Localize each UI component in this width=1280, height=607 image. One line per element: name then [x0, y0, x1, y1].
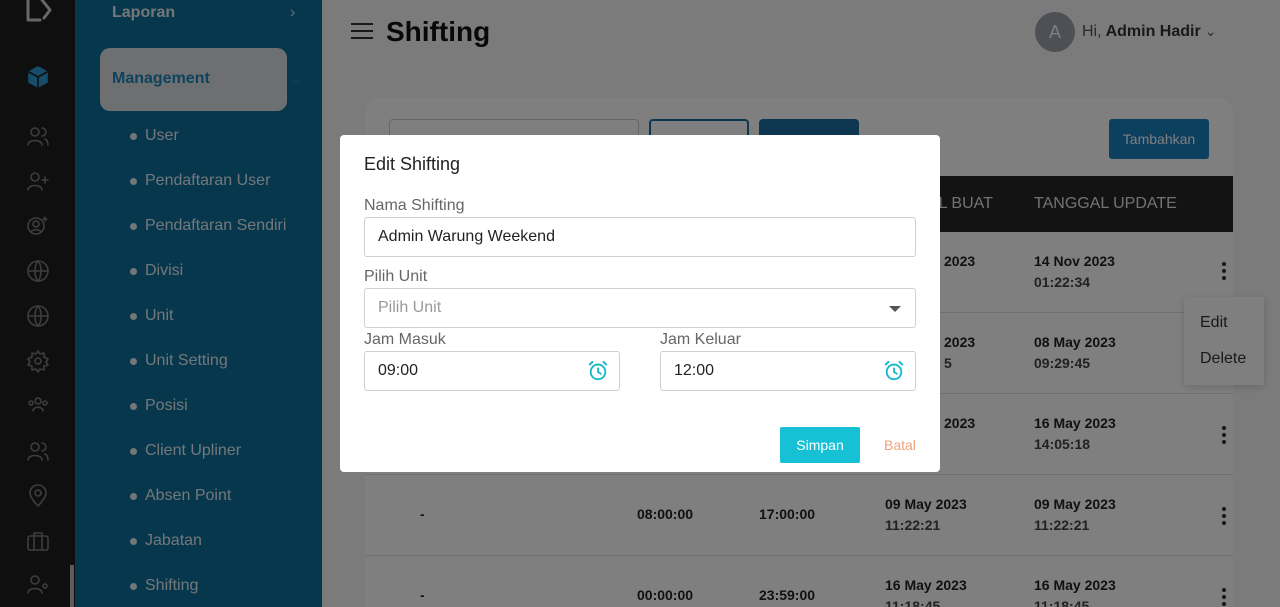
save-button[interactable]: Simpan	[780, 427, 860, 463]
in-time-label: Jam Masuk	[364, 331, 446, 348]
name-label: Nama Shifting	[364, 197, 465, 214]
alarm-clock-icon[interactable]	[587, 360, 609, 382]
edit-shifting-modal: Edit Shifting Nama Shifting Admin Warung…	[340, 135, 940, 472]
shift-name-input[interactable]: Admin Warung Weekend	[364, 217, 916, 257]
modal-title: Edit Shifting	[364, 154, 461, 174]
in-time-input[interactable]: 09:00	[364, 351, 620, 391]
out-time-label: Jam Keluar	[660, 331, 741, 348]
unit-label: Pilih Unit	[364, 268, 428, 285]
out-time-input[interactable]: 12:00	[660, 351, 916, 391]
cancel-button[interactable]: Batal	[884, 437, 916, 453]
unit-select[interactable]: Pilih Unit	[364, 288, 916, 328]
dropdown-caret-icon	[889, 306, 901, 312]
alarm-clock-icon[interactable]	[883, 360, 905, 382]
